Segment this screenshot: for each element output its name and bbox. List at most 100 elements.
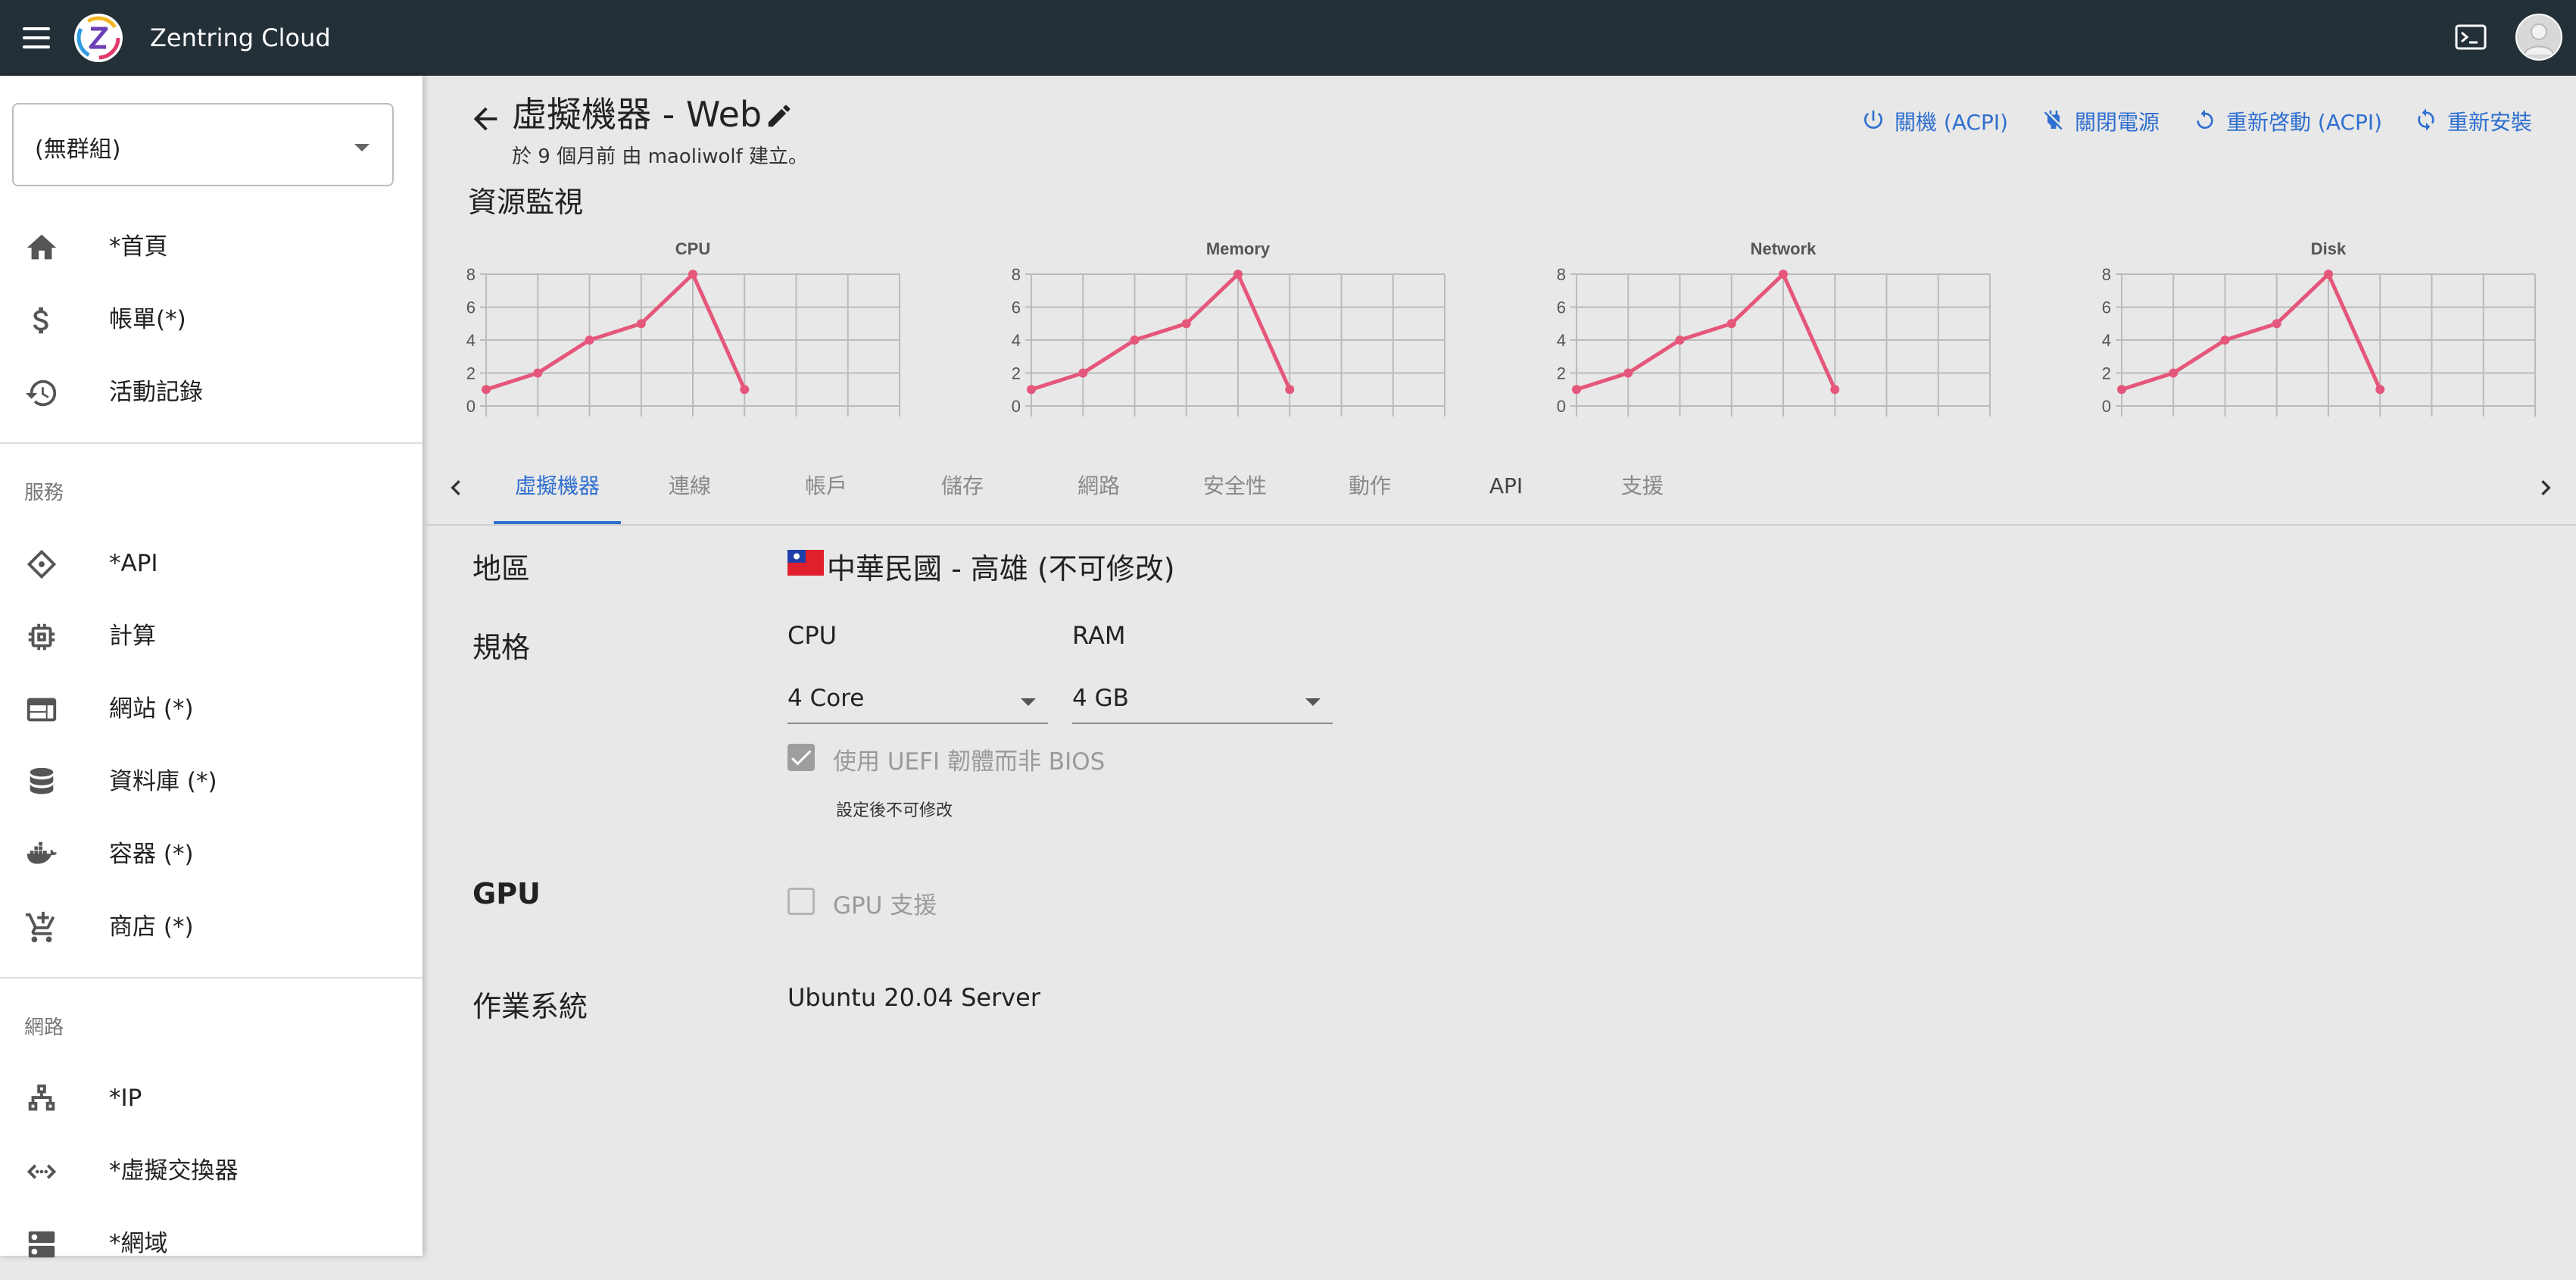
- tab-scroll-left-icon[interactable]: [441, 470, 471, 506]
- uefi-hint: 設定後不可修改: [836, 801, 953, 820]
- data-point: [1285, 385, 1295, 395]
- zentring-logo-icon[interactable]: [74, 14, 123, 62]
- ram-select[interactable]: 4 GB: [1072, 682, 1333, 724]
- sidebar-item-label: *IP: [109, 1085, 142, 1112]
- tab-actions[interactable]: 動作: [1330, 468, 1410, 524]
- resource-monitor-title: 資源監視: [468, 186, 584, 219]
- sidebar-item-label: 計算: [109, 623, 156, 650]
- taiwan-flag-icon: [787, 550, 824, 576]
- sidebar-item-website[interactable]: 網站 (*): [0, 673, 423, 745]
- sidebar-item-ip[interactable]: *IP: [0, 1062, 423, 1135]
- y-tick-label: 6: [1012, 298, 1021, 317]
- tab-vm[interactable]: 虛擬機器: [494, 468, 621, 524]
- dollar-icon: [33, 307, 48, 334]
- series-line: [1031, 272, 1292, 392]
- y-tick-label: 0: [2102, 397, 2111, 416]
- cpu-chart-svg: CPU 0 2 4 6 8: [466, 239, 900, 417]
- data-point: [2272, 319, 2281, 329]
- api-icon: [27, 549, 57, 579]
- section-header-network: 網路: [24, 1016, 64, 1039]
- dns-icon: [28, 1231, 55, 1258]
- memory-chart-svg: Memory 0 2 4 6 8: [1012, 239, 1445, 417]
- data-point: [1779, 270, 1788, 279]
- tab-network[interactable]: 網路: [1059, 468, 1139, 524]
- sidebar-item-api[interactable]: *API: [0, 527, 423, 600]
- sidebar-item-virtual-switch[interactable]: *虛擬交換器: [0, 1135, 423, 1207]
- sidebar-item-label: *虛擬交換器: [109, 1157, 239, 1185]
- data-point: [1623, 368, 1633, 378]
- uefi-checkbox-label: 使用 UEFI 韌體而非 BIOS: [833, 748, 1106, 776]
- sidebar: (無群組) *首頁 帳單(*) 活動記錄 服務 *API 計算 網站 (*) 資…: [0, 76, 423, 1258]
- y-tick-label: 2: [466, 364, 476, 383]
- tab-storage[interactable]: 儲存: [922, 468, 1003, 524]
- gpu-support-label: GPU 支援: [833, 892, 937, 919]
- sidebar-item-database[interactable]: 資料庫 (*): [0, 745, 423, 818]
- tab-support[interactable]: 支援: [1602, 468, 1683, 524]
- chevron-down-icon: [1305, 698, 1321, 706]
- tab-account[interactable]: 帳戶: [786, 468, 866, 524]
- y-tick-label: 4: [1557, 331, 1566, 350]
- group-select-value: (無群組): [35, 136, 121, 163]
- data-point: [2220, 336, 2230, 345]
- user-avatar[interactable]: [2515, 14, 2562, 61]
- tab-api[interactable]: API: [1466, 468, 1546, 524]
- terminal-icon[interactable]: [2455, 24, 2487, 50]
- cpu-chip-icon: [28, 623, 55, 651]
- memory-chart: Memory 0 2 4 6 8: [1006, 232, 1469, 429]
- tab-security[interactable]: 安全性: [1195, 468, 1275, 524]
- sidebar-item-label: 網站 (*): [109, 695, 194, 723]
- data-point: [1130, 336, 1140, 345]
- power-icon: [1864, 111, 1882, 129]
- sidebar-item-label: 資料庫 (*): [109, 768, 217, 795]
- ram-field-label: RAM: [1072, 621, 1126, 650]
- docker-icon: [27, 841, 58, 864]
- y-tick-label: 8: [2102, 265, 2111, 284]
- sidebar-item-domain[interactable]: *網域: [0, 1207, 423, 1280]
- edit-pencil-icon[interactable]: [765, 101, 794, 130]
- chart-title: Memory: [1206, 239, 1271, 258]
- code-arrows-icon: [27, 1164, 57, 1179]
- checkmark-icon: [791, 750, 812, 766]
- sidebar-item-activity[interactable]: 活動記錄: [0, 356, 423, 429]
- gpu-support-checkbox[interactable]: [787, 888, 815, 915]
- network-tree-icon: [28, 1084, 55, 1111]
- sidebar-item-home[interactable]: *首頁: [0, 211, 423, 283]
- data-point: [1233, 270, 1243, 279]
- data-point: [2324, 270, 2333, 279]
- tab-connection[interactable]: 連線: [650, 468, 730, 524]
- history-icon: [25, 379, 57, 407]
- disk-chart-svg: Disk 0 2 4 6 8: [2102, 239, 2536, 417]
- y-tick-label: 0: [1012, 397, 1021, 416]
- sidebar-item-label: 商店 (*): [109, 913, 194, 941]
- data-point: [482, 385, 491, 395]
- sidebar-item-label: *網域: [109, 1230, 168, 1257]
- sidebar-item-compute[interactable]: 計算: [0, 600, 423, 673]
- spec-label: 規格: [472, 631, 531, 664]
- back-arrow-icon[interactable]: [468, 101, 503, 136]
- y-tick-label: 2: [1012, 364, 1021, 383]
- y-tick-label: 6: [466, 298, 476, 317]
- y-tick-label: 6: [2102, 298, 2111, 317]
- gpu-label: GPU: [472, 877, 541, 910]
- cpu-select[interactable]: 4 Core: [787, 682, 1048, 724]
- y-tick-label: 4: [2102, 331, 2111, 350]
- region-label: 地區: [472, 552, 531, 585]
- sidebar-item-label: *API: [109, 550, 158, 577]
- region-value: 中華民國 - 高雄 (不可修改): [827, 552, 1175, 585]
- tab-scroll-right-icon[interactable]: [2531, 470, 2561, 506]
- ram-select-value: 4 GB: [1072, 685, 1129, 712]
- chart-title: CPU: [675, 239, 710, 258]
- data-point: [2117, 385, 2126, 395]
- sidebar-item-container[interactable]: 容器 (*): [0, 818, 423, 891]
- cpu-field-label: CPU: [787, 621, 837, 650]
- group-select[interactable]: (無群組): [12, 103, 394, 186]
- hamburger-menu-icon[interactable]: [23, 24, 50, 52]
- sidebar-item-store[interactable]: 商店 (*): [0, 891, 423, 963]
- series-line: [1576, 272, 1837, 392]
- network-chart: Network 0 2 4 6 8: [1551, 232, 2014, 429]
- sidebar-item-billing[interactable]: 帳單(*): [0, 283, 423, 356]
- chart-title: Disk: [2311, 239, 2347, 258]
- tabs-divider: [423, 524, 2576, 526]
- os-label: 作業系統: [472, 990, 588, 1023]
- uefi-checkbox[interactable]: [787, 744, 815, 771]
